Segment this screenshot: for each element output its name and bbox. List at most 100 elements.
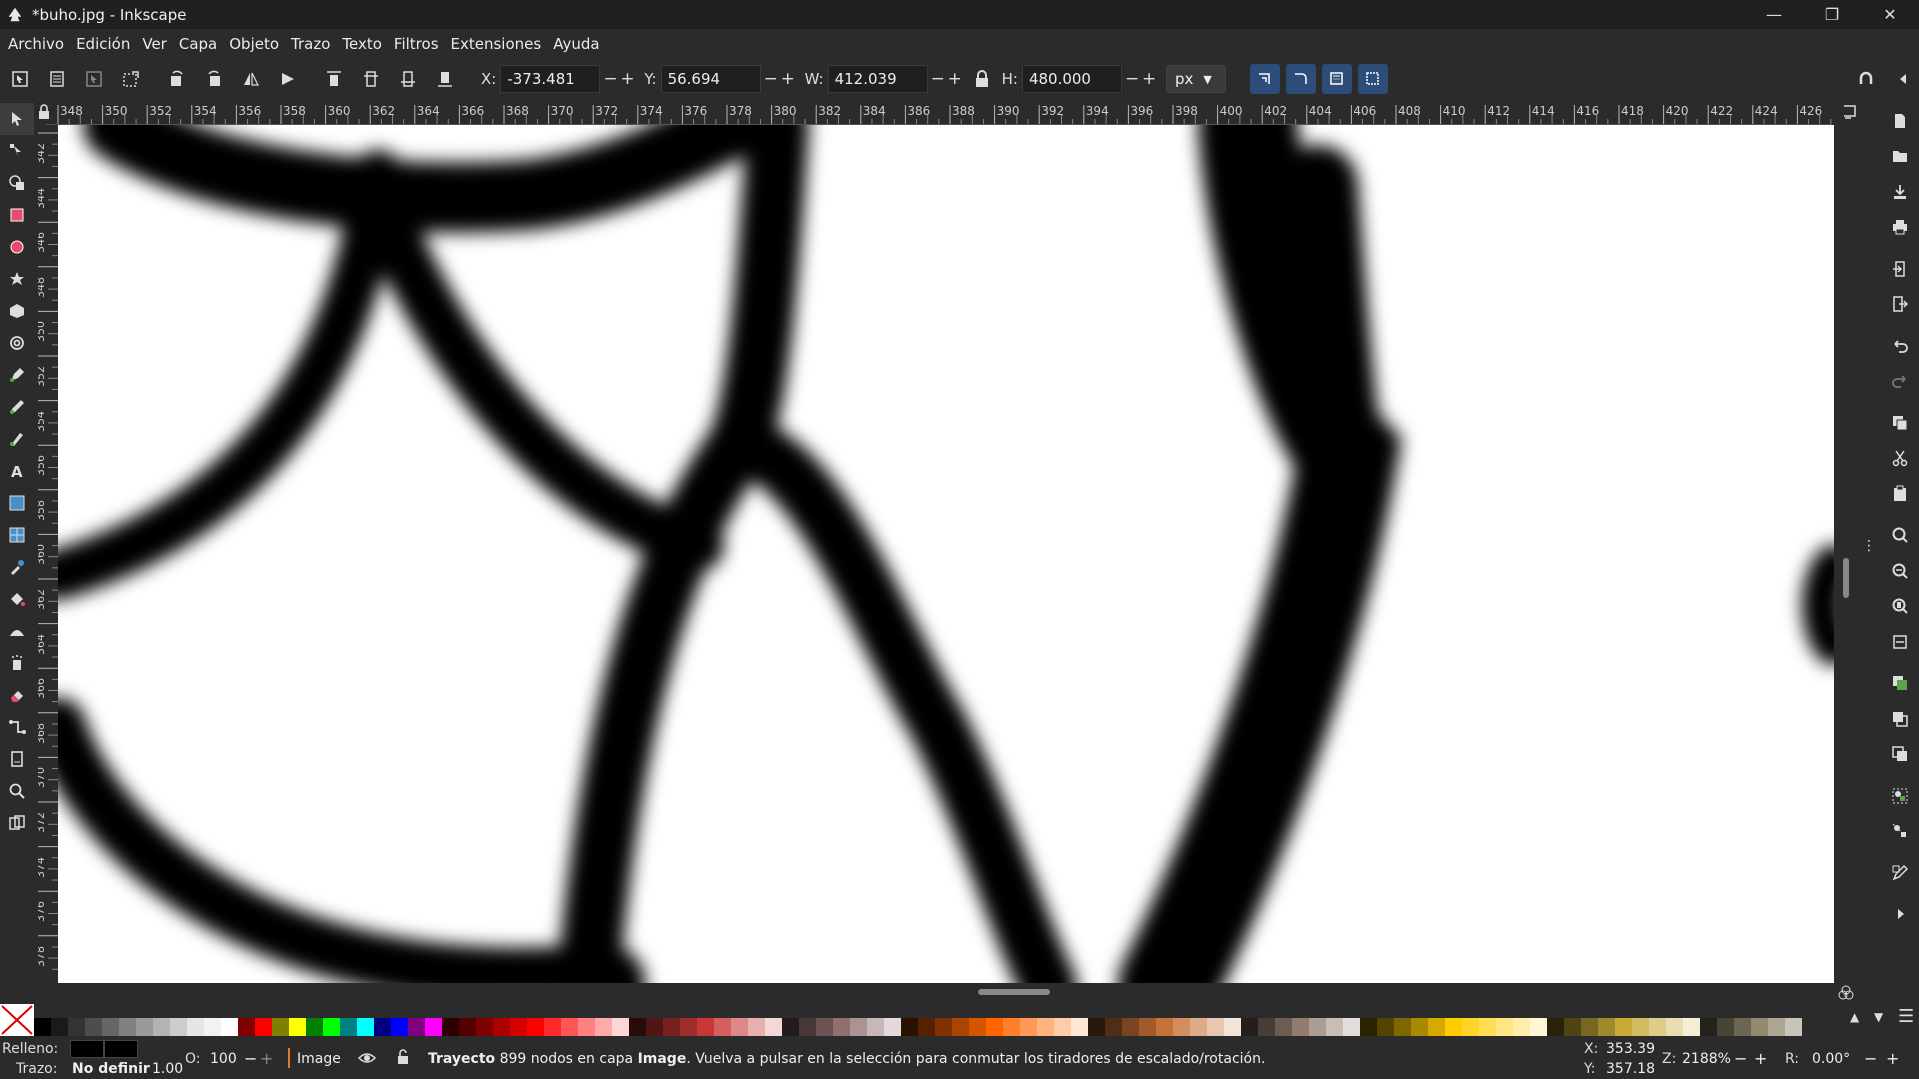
palette-menu-icon[interactable]: ☰	[1898, 1006, 1914, 1027]
palette-swatch[interactable]	[1241, 1018, 1258, 1036]
palette-swatch[interactable]	[136, 1018, 153, 1036]
palette-swatch[interactable]	[884, 1018, 901, 1036]
palette-swatch[interactable]	[1700, 1018, 1717, 1036]
group-icon[interactable]	[1880, 778, 1919, 814]
menu-ayuda[interactable]: Ayuda	[547, 29, 605, 59]
palette-swatch[interactable]	[782, 1018, 799, 1036]
palette-swatch[interactable]	[1751, 1018, 1768, 1036]
palette-swatch[interactable]	[697, 1018, 714, 1036]
palette-swatch[interactable]	[238, 1018, 255, 1036]
palette-swatch[interactable]	[1139, 1018, 1156, 1036]
rotate-input[interactable]: 0.00°	[1812, 1051, 1850, 1067]
fill-indicator-secondary[interactable]	[104, 1040, 138, 1058]
layer-lock-icon[interactable]	[396, 1049, 410, 1065]
palette-swatch[interactable]	[1666, 1018, 1683, 1036]
horizontal-scrollbar[interactable]	[58, 983, 1834, 1001]
menu-archivo[interactable]: Archivo	[2, 29, 70, 59]
x-increment-button[interactable]: +	[620, 69, 634, 89]
eraser-tool-icon[interactable]	[0, 679, 34, 711]
cut-icon[interactable]	[1880, 441, 1919, 477]
select-same-icon[interactable]	[117, 65, 145, 93]
scale-corners-icon[interactable]	[1285, 64, 1316, 94]
palette-swatch[interactable]	[442, 1018, 459, 1036]
duplicate-icon[interactable]	[1880, 666, 1919, 702]
unit-select[interactable]: px ▼	[1165, 65, 1226, 93]
horizontal-scroll-thumb[interactable]	[978, 989, 1050, 995]
palette-swatch[interactable]	[714, 1018, 731, 1036]
palette-swatch[interactable]	[357, 1018, 374, 1036]
select-all-layers-icon[interactable]	[43, 65, 71, 93]
palette-swatch[interactable]	[1122, 1018, 1139, 1036]
palette-swatch[interactable]	[527, 1018, 544, 1036]
palette-swatch[interactable]	[1411, 1018, 1428, 1036]
spray-tool-icon[interactable]	[0, 647, 34, 679]
palette-swatch[interactable]	[1275, 1018, 1292, 1036]
x-input[interactable]	[500, 65, 601, 93]
palette-swatch[interactable]	[612, 1018, 629, 1036]
palette-swatch[interactable]	[1598, 1018, 1615, 1036]
palette-swatch[interactable]	[935, 1018, 952, 1036]
palette-swatch[interactable]	[595, 1018, 612, 1036]
flip-horizontal-icon[interactable]	[237, 65, 265, 93]
palette-swatch[interactable]	[1428, 1018, 1445, 1036]
palette-swatch[interactable]	[1071, 1018, 1088, 1036]
palette-swatch[interactable]	[340, 1018, 357, 1036]
palette-swatch[interactable]	[187, 1018, 204, 1036]
opacity-increment-button[interactable]: +	[260, 1049, 273, 1068]
palette-swatch[interactable]	[1088, 1018, 1105, 1036]
palette-swatch[interactable]	[1037, 1018, 1054, 1036]
palette-swatch[interactable]	[1649, 1018, 1666, 1036]
palette-swatch[interactable]	[289, 1018, 306, 1036]
lower-to-bottom-icon[interactable]	[431, 65, 459, 93]
print-icon[interactable]	[1880, 210, 1919, 246]
undo-icon[interactable]	[1880, 328, 1919, 364]
palette-swatch[interactable]	[255, 1018, 272, 1036]
vertical-scroll-thumb[interactable]	[1843, 558, 1849, 598]
opacity-input[interactable]: 100	[210, 1051, 237, 1067]
palette-swatch[interactable]	[1343, 1018, 1360, 1036]
palette-swatch[interactable]	[561, 1018, 578, 1036]
palette-swatch[interactable]	[1564, 1018, 1581, 1036]
height-increment-button[interactable]: +	[1142, 69, 1156, 89]
unlink-clone-icon[interactable]	[1880, 737, 1919, 773]
palette-swatch[interactable]	[51, 1018, 68, 1036]
palette-swatch[interactable]	[1326, 1018, 1343, 1036]
palette-swatch[interactable]	[1734, 1018, 1751, 1036]
zoom-page-width-icon[interactable]	[1880, 624, 1919, 660]
palette-swatch[interactable]	[663, 1018, 680, 1036]
mesh-tool-icon[interactable]	[0, 519, 34, 551]
no-paint-swatch[interactable]	[0, 1004, 34, 1036]
visibility-eye-icon[interactable]	[358, 1050, 376, 1066]
calligraphy-tool-icon[interactable]	[0, 423, 34, 455]
palette-swatch[interactable]	[952, 1018, 969, 1036]
palette-swatch[interactable]	[1258, 1018, 1275, 1036]
palette-swatch[interactable]	[1496, 1018, 1513, 1036]
zoom-page-icon[interactable]	[1880, 589, 1919, 625]
rotate-cw-icon[interactable]	[200, 65, 228, 93]
x-decrement-button[interactable]: −	[603, 69, 617, 89]
measure-tool-icon[interactable]	[0, 807, 34, 839]
palette-swatch[interactable]	[204, 1018, 221, 1036]
palette-swatch[interactable]	[833, 1018, 850, 1036]
palette-swatch[interactable]	[1479, 1018, 1496, 1036]
palette-swatch[interactable]	[748, 1018, 765, 1036]
palette-swatch[interactable]	[1224, 1018, 1241, 1036]
close-button[interactable]: ✕	[1861, 0, 1919, 29]
zoom-input[interactable]: 2188%	[1682, 1051, 1731, 1067]
zoom-increment-button[interactable]: +	[1754, 1049, 1767, 1068]
rotate-decrement-button[interactable]: −	[1864, 1049, 1877, 1068]
more-options-icon[interactable]: ⋮	[1862, 539, 1876, 553]
rectangle-tool-icon[interactable]	[0, 199, 34, 231]
width-decrement-button[interactable]: −	[931, 69, 945, 89]
palette-swatch[interactable]	[918, 1018, 935, 1036]
palette-swatch[interactable]	[1632, 1018, 1649, 1036]
stroke-width[interactable]: 1.00	[152, 1061, 183, 1077]
dropper-tool-icon[interactable]	[0, 551, 34, 583]
zoom-decrement-button[interactable]: −	[1734, 1049, 1747, 1068]
height-decrement-button[interactable]: −	[1125, 69, 1139, 89]
palette-swatch[interactable]	[1445, 1018, 1462, 1036]
scale-stroke-icon[interactable]	[1249, 64, 1280, 94]
palette-swatch[interactable]	[731, 1018, 748, 1036]
rotate-ccw-icon[interactable]	[163, 65, 191, 93]
menu-edicion[interactable]: Edición	[70, 29, 136, 59]
